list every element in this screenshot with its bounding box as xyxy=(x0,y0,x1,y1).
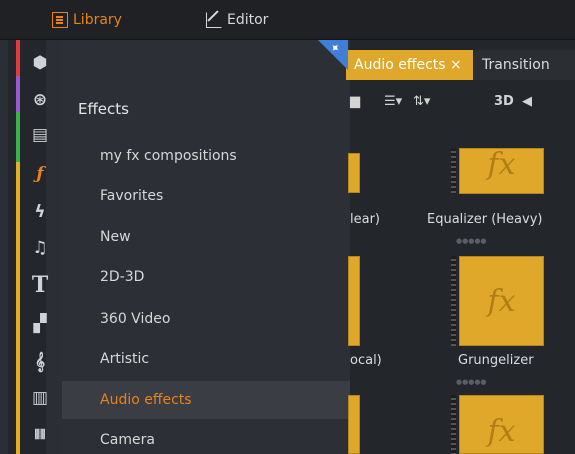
category-favorites[interactable]: Favorites xyxy=(62,177,350,215)
effect-caption: Equalizer (Heavy) xyxy=(427,212,543,227)
tab-audio-effects[interactable]: Audio effects × xyxy=(346,50,473,80)
clef-icon[interactable]: 𝄞 xyxy=(28,350,52,374)
effect-caption: Grungelizer xyxy=(458,353,534,368)
folder-icon[interactable]: ▆ xyxy=(350,94,360,109)
category-new[interactable]: New xyxy=(62,218,350,256)
lightning-icon[interactable]: ϟ xyxy=(28,200,52,224)
panel-title: Effects xyxy=(78,100,129,118)
tab-transition[interactable]: Transition xyxy=(474,50,575,80)
fx-glyph: fx xyxy=(487,414,516,449)
film-strip xyxy=(451,395,456,454)
category-label: Camera xyxy=(100,432,155,448)
rating-stars: ●●●●● xyxy=(456,237,487,245)
piano-icon[interactable]: ▥ xyxy=(28,386,52,410)
waveform-icon[interactable]: ⫴⫴ xyxy=(28,424,52,448)
list-view-icon[interactable]: ☰▾ xyxy=(384,94,402,109)
clapper-icon[interactable]: ▤ xyxy=(28,123,52,147)
fx-glyph: fx xyxy=(487,147,516,182)
effect-caption: ocal) xyxy=(350,353,382,368)
category-artistic[interactable]: Artistic xyxy=(62,340,350,378)
category-my-fx-compositions[interactable]: my fx compositions xyxy=(62,137,350,175)
category-label: Favorites xyxy=(100,188,164,204)
top-menu-bar: Library Editor xyxy=(0,0,575,40)
editor-tab-label: Editor xyxy=(227,12,269,28)
library-tab[interactable]: Library xyxy=(52,9,122,31)
editor-tab[interactable]: Editor xyxy=(206,9,268,31)
fx-icon[interactable]: ƒ xyxy=(28,162,52,186)
box-icon[interactable]: ⬢ xyxy=(28,51,52,75)
browser-toolbar: ▆ ☰▾ ⇅▾ 3D ◀ xyxy=(350,88,575,118)
category-label: 360 Video xyxy=(100,311,171,327)
effect-caption: lear) xyxy=(350,212,380,227)
effects-browser: Audio effects × Transition ▆ ☰▾ ⇅▾ 3D ◀ … xyxy=(346,40,575,454)
fx-glyph: fx xyxy=(487,284,516,319)
rail-stripe-yellow xyxy=(16,162,20,454)
category-label: Artistic xyxy=(100,351,150,367)
title-icon[interactable]: T xyxy=(28,273,52,297)
browser-tabs: Audio effects × Transition xyxy=(346,50,575,80)
rating-stars: ●●●●● xyxy=(456,378,487,386)
film-reel-icon[interactable]: ⊛ xyxy=(28,88,52,112)
effect-thumbnail[interactable]: fx xyxy=(459,256,544,346)
category-audio-effects[interactable]: Audio effects xyxy=(62,381,350,419)
category-2d-3d[interactable]: 2D-3D xyxy=(62,258,350,296)
effect-thumbnail-partial[interactable] xyxy=(348,153,360,193)
category-rail: ⬢ ⊛ ▤ ƒ ϟ ♫ T ▞ 𝄞 ▥ ⫴⫴ xyxy=(8,40,48,454)
rail-stripe-purple xyxy=(16,76,20,112)
effect-thumbnail-partial[interactable] xyxy=(348,395,360,454)
effect-thumbnail[interactable]: fx xyxy=(459,395,544,454)
film-strip xyxy=(451,256,456,346)
category-label: New xyxy=(100,229,131,245)
film-strip xyxy=(451,148,456,194)
effect-thumbnail[interactable]: fx xyxy=(459,148,544,194)
montage-icon[interactable]: ▞ xyxy=(28,312,52,336)
category-camera[interactable]: Camera xyxy=(62,421,350,454)
tag-icon[interactable]: ◀ xyxy=(522,94,532,109)
rail-stripe-red xyxy=(16,40,20,76)
category-label: 2D-3D xyxy=(100,269,145,285)
sort-icon[interactable]: ⇅▾ xyxy=(413,94,430,109)
effect-thumbnail-partial[interactable] xyxy=(348,256,360,346)
rail-stripe-green xyxy=(16,112,20,162)
view-3d-button[interactable]: 3D xyxy=(494,94,514,109)
category-360-video[interactable]: 360 Video xyxy=(62,300,350,338)
effects-panel: Effects my fx compositions Favorites New… xyxy=(62,40,350,454)
library-icon xyxy=(52,12,68,28)
category-label: Audio effects xyxy=(100,392,192,408)
music-note-icon[interactable]: ♫ xyxy=(28,236,52,260)
edit-icon xyxy=(206,12,222,28)
library-tab-label: Library xyxy=(73,12,122,28)
category-label: my fx compositions xyxy=(100,148,237,164)
